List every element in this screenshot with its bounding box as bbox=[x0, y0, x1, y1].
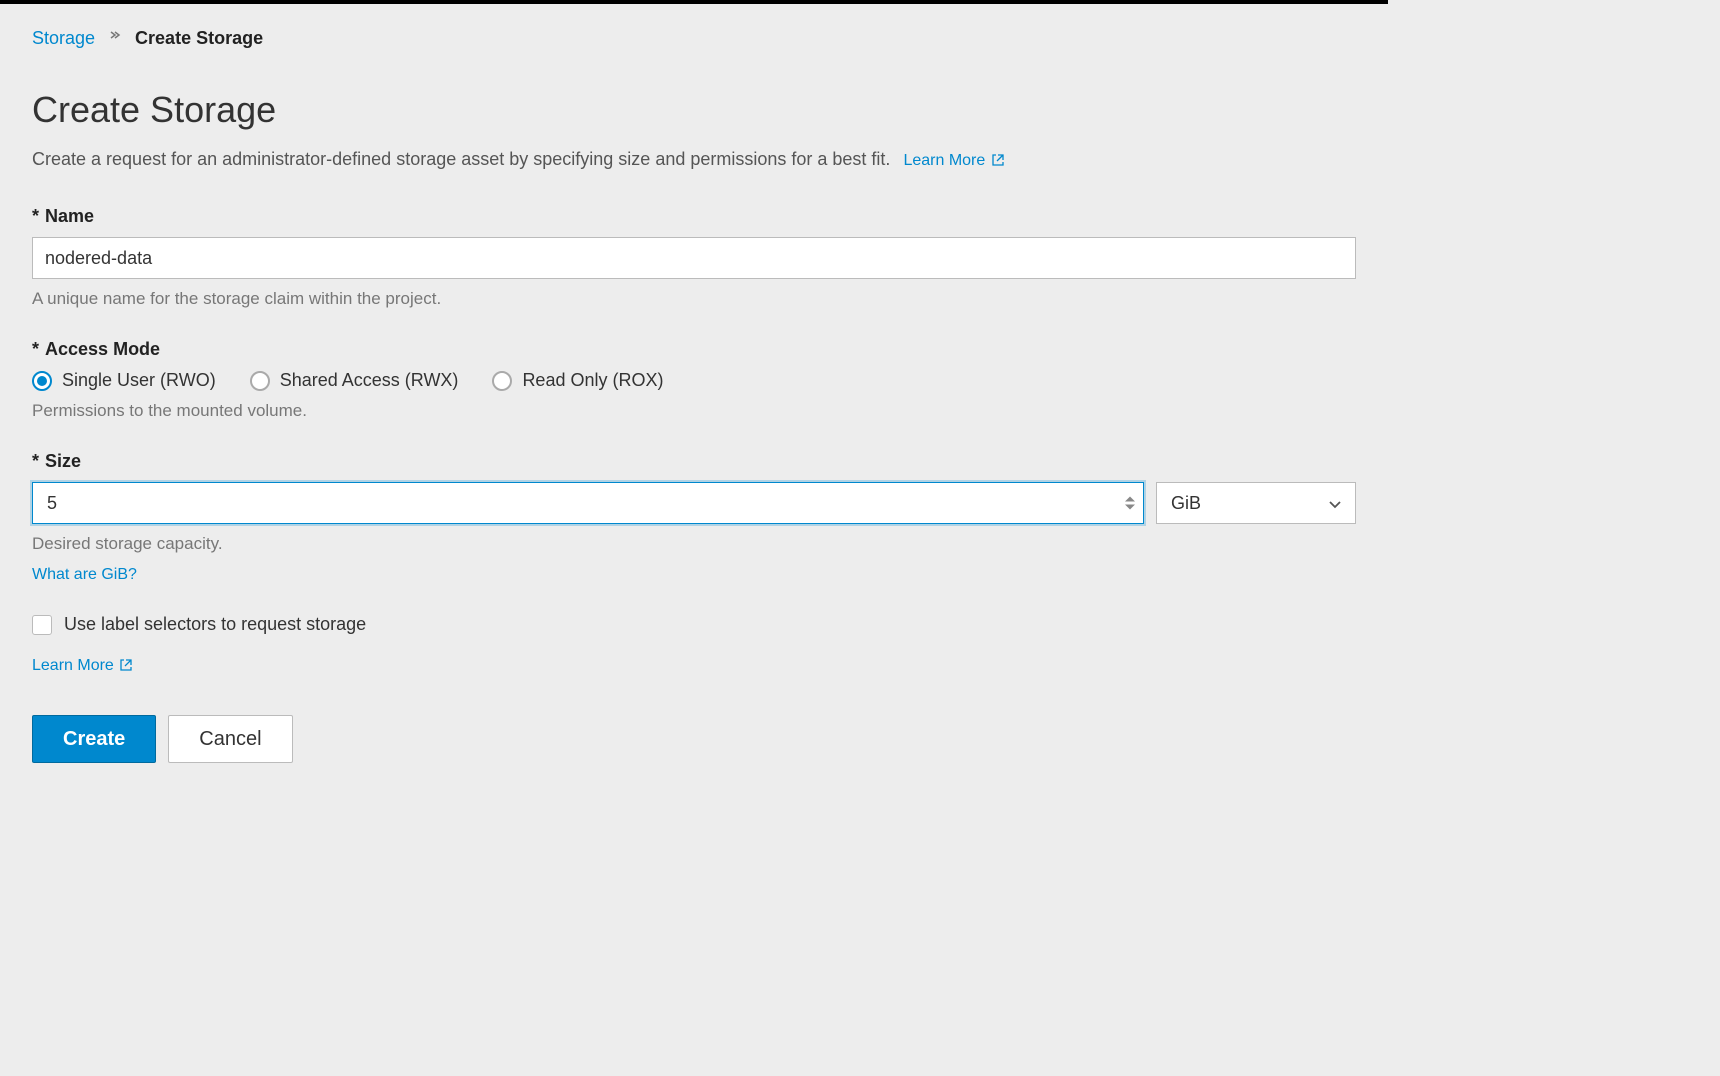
radio-icon bbox=[250, 371, 270, 391]
size-input-wrap[interactable] bbox=[32, 482, 1144, 524]
chevron-down-icon bbox=[1329, 493, 1341, 514]
external-link-icon bbox=[120, 658, 132, 670]
access-mode-help: Permissions to the mounted volume. bbox=[32, 401, 1356, 421]
use-labels-checkbox[interactable]: Use label selectors to request storage bbox=[32, 614, 1356, 635]
use-labels-learn-more-link[interactable]: Learn More bbox=[32, 657, 132, 675]
size-input[interactable] bbox=[45, 492, 1115, 515]
size-label: *Size bbox=[32, 451, 1356, 472]
radio-label: Shared Access (RWX) bbox=[280, 370, 459, 391]
name-label: *Name bbox=[32, 206, 1356, 227]
size-group: *Size GiB Desired storage capacit bbox=[32, 451, 1356, 584]
radio-icon bbox=[492, 371, 512, 391]
name-group: *Name A unique name for the storage clai… bbox=[32, 206, 1356, 309]
radio-label: Single User (RWO) bbox=[62, 370, 216, 391]
learn-more-link[interactable]: Learn More bbox=[903, 152, 1003, 169]
size-unit-value: GiB bbox=[1171, 493, 1201, 514]
page-subtitle: Create a request for an administrator-de… bbox=[32, 149, 1356, 170]
access-mode-rwo-radio[interactable]: Single User (RWO) bbox=[32, 370, 216, 391]
access-mode-label: *Access Mode bbox=[32, 339, 1356, 360]
radio-label: Read Only (ROX) bbox=[522, 370, 663, 391]
access-mode-rwx-radio[interactable]: Shared Access (RWX) bbox=[250, 370, 459, 391]
size-unit-select[interactable]: GiB bbox=[1156, 482, 1356, 524]
breadcrumb-parent-link[interactable]: Storage bbox=[32, 28, 95, 49]
radio-icon bbox=[32, 371, 52, 391]
use-labels-group: Use label selectors to request storage L… bbox=[32, 614, 1356, 675]
size-help: Desired storage capacity. bbox=[32, 534, 1356, 554]
breadcrumb: Storage Create Storage bbox=[32, 28, 1356, 49]
breadcrumb-current: Create Storage bbox=[135, 28, 263, 49]
checkbox-icon bbox=[32, 615, 52, 635]
access-mode-rox-radio[interactable]: Read Only (ROX) bbox=[492, 370, 663, 391]
page-title: Create Storage bbox=[32, 89, 1356, 131]
name-input[interactable] bbox=[32, 237, 1356, 279]
external-link-icon bbox=[992, 153, 1004, 165]
what-are-gib-link[interactable]: What are GiB? bbox=[32, 566, 137, 584]
name-help: A unique name for the storage claim with… bbox=[32, 289, 1356, 309]
spinner-icon[interactable] bbox=[1123, 497, 1137, 510]
create-button[interactable]: Create bbox=[32, 715, 156, 763]
checkbox-label: Use label selectors to request storage bbox=[64, 614, 366, 635]
cancel-button[interactable]: Cancel bbox=[168, 715, 292, 763]
access-mode-group: *Access Mode Single User (RWO) Shared Ac… bbox=[32, 339, 1356, 421]
chevron-right-icon bbox=[109, 30, 121, 48]
